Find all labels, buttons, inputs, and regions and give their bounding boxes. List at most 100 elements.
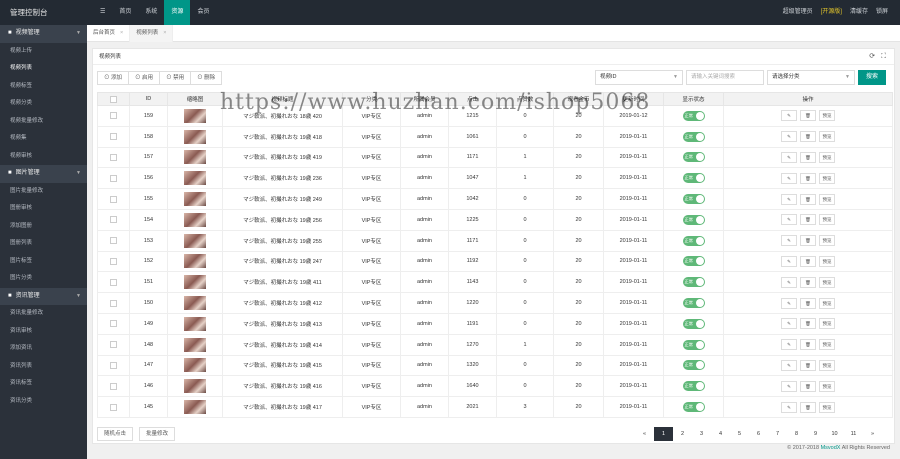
field-select[interactable]: 视频ID ▼ (595, 70, 683, 85)
thumbnail-image[interactable] (184, 296, 206, 311)
page-link[interactable]: 7 (768, 427, 787, 441)
thumbnail-image[interactable] (184, 129, 206, 144)
sidebar-item[interactable]: 视频列表 (0, 60, 87, 78)
edit-icon[interactable]: ✎ (781, 110, 797, 122)
sidebar-item[interactable]: 图片分类 (0, 270, 87, 288)
sidebar-item[interactable]: 视频集 (0, 130, 87, 148)
preview-button[interactable]: 预览 (819, 131, 835, 143)
preview-button[interactable]: 预览 (819, 297, 835, 309)
delete-icon[interactable]: 🗑 (800, 193, 816, 205)
menu-icon[interactable]: ☰ (93, 0, 112, 25)
topnav-item[interactable]: 资源 (164, 0, 191, 25)
preview-button[interactable]: 预览 (819, 318, 835, 330)
edit-icon[interactable]: ✎ (781, 172, 797, 184)
refresh-icon[interactable]: ⟳ (869, 49, 875, 65)
delete-icon[interactable]: 🗑 (800, 110, 816, 122)
thumbnail-image[interactable] (184, 254, 206, 269)
edit-icon[interactable]: ✎ (781, 214, 797, 226)
status-toggle[interactable]: 正常 (682, 194, 705, 205)
edit-icon[interactable]: ✎ (781, 235, 797, 247)
page-link[interactable]: 8 (787, 427, 806, 441)
row-checkbox[interactable] (110, 299, 117, 307)
sidebar-group[interactable]: ■ 资讯管理 ▼ (0, 287, 87, 305)
edit-icon[interactable]: ✎ (781, 151, 797, 163)
preview-button[interactable]: 预览 (819, 255, 835, 267)
row-checkbox[interactable] (110, 257, 117, 265)
delete-icon[interactable]: 🗑 (800, 255, 816, 267)
status-toggle[interactable]: 正常 (682, 298, 705, 309)
topnav-item[interactable]: 系统 (138, 0, 164, 25)
status-toggle[interactable]: 正常 (682, 318, 705, 329)
delete-icon[interactable]: 🗑 (800, 131, 816, 143)
edit-icon[interactable]: ✎ (781, 401, 797, 413)
edit-icon[interactable]: ✎ (781, 380, 797, 392)
page-link[interactable]: 6 (749, 427, 768, 441)
sidebar-item[interactable]: 资讯分类 (0, 393, 87, 411)
category-select[interactable]: 请选择分类 ▼ (767, 70, 855, 85)
delete-icon[interactable]: 🗑 (800, 318, 816, 330)
delete-icon[interactable]: 🗑 (800, 359, 816, 371)
row-checkbox[interactable] (110, 153, 117, 161)
select-all-checkbox[interactable] (110, 95, 117, 103)
toolbar-button[interactable]: ⊙ 启用 (129, 72, 161, 84)
preview-button[interactable]: 预览 (819, 235, 835, 247)
page-link[interactable]: 11 (844, 427, 863, 441)
thumbnail-image[interactable] (184, 358, 206, 373)
sidebar-item[interactable]: 资讯列表 (0, 358, 87, 376)
lock-screen-link[interactable]: 锁屏 (876, 0, 888, 25)
row-checkbox[interactable] (110, 320, 117, 328)
sidebar-item[interactable]: 添加图册 (0, 218, 87, 236)
toolbar-button[interactable]: ⊙ 禁用 (160, 72, 192, 84)
topnav-item[interactable]: 首页 (112, 0, 138, 25)
page-link[interactable]: 9 (806, 427, 825, 441)
sidebar-item[interactable]: 资讯审核 (0, 323, 87, 341)
row-checkbox[interactable] (110, 112, 117, 120)
thumbnail-image[interactable] (184, 233, 206, 248)
status-toggle[interactable]: 正常 (682, 360, 705, 371)
thumbnail-image[interactable] (184, 108, 206, 123)
status-toggle[interactable]: 正常 (682, 381, 705, 392)
edit-icon[interactable]: ✎ (781, 193, 797, 205)
fullscreen-icon[interactable]: ⛶ (881, 49, 886, 65)
preview-button[interactable]: 预览 (819, 276, 835, 288)
preview-button[interactable]: 预览 (819, 151, 835, 163)
page-link[interactable]: 1 (654, 427, 673, 441)
edit-icon[interactable]: ✎ (781, 131, 797, 143)
edit-icon[interactable]: ✎ (781, 339, 797, 351)
preview-button[interactable]: 预览 (819, 110, 835, 122)
edit-icon[interactable]: ✎ (781, 359, 797, 371)
status-toggle[interactable]: 正常 (682, 214, 705, 225)
row-checkbox[interactable] (110, 341, 117, 349)
random-click-button[interactable]: 随机点击 (97, 427, 134, 441)
status-toggle[interactable]: 正常 (682, 173, 705, 184)
row-checkbox[interactable] (110, 382, 117, 390)
thumbnail-image[interactable] (184, 316, 206, 331)
status-toggle[interactable]: 正常 (682, 256, 705, 267)
thumbnail-image[interactable] (184, 275, 206, 290)
delete-icon[interactable]: 🗑 (800, 214, 816, 226)
sidebar-group[interactable]: ■ 视频管理 ▼ (0, 25, 87, 43)
preview-button[interactable]: 预览 (819, 339, 835, 351)
row-checkbox[interactable] (110, 237, 117, 245)
sidebar-item[interactable]: 资讯批量修改 (0, 305, 87, 323)
row-checkbox[interactable] (110, 133, 117, 141)
delete-icon[interactable]: 🗑 (800, 380, 816, 392)
page-tab[interactable]: 后台首页 × (87, 25, 131, 42)
thumbnail-image[interactable] (184, 400, 206, 415)
topnav-item[interactable]: 会员 (190, 0, 216, 25)
sidebar-item[interactable]: 视频分类 (0, 95, 87, 113)
row-checkbox[interactable] (110, 403, 117, 411)
preview-button[interactable]: 预览 (819, 172, 835, 184)
row-checkbox[interactable] (110, 278, 117, 286)
edit-icon[interactable]: ✎ (781, 318, 797, 330)
page-link[interactable]: « (635, 427, 654, 441)
batch-edit-button[interactable]: 批量修改 (139, 427, 176, 441)
sidebar-item[interactable]: 视频审核 (0, 148, 87, 166)
sidebar-item[interactable]: 添加资讯 (0, 340, 87, 358)
status-toggle[interactable]: 正常 (682, 339, 705, 350)
delete-icon[interactable]: 🗑 (800, 276, 816, 288)
thumbnail-image[interactable] (184, 337, 206, 352)
sidebar-item[interactable]: 资讯标签 (0, 375, 87, 393)
preview-button[interactable]: 预览 (819, 359, 835, 371)
status-toggle[interactable]: 正常 (682, 235, 705, 246)
